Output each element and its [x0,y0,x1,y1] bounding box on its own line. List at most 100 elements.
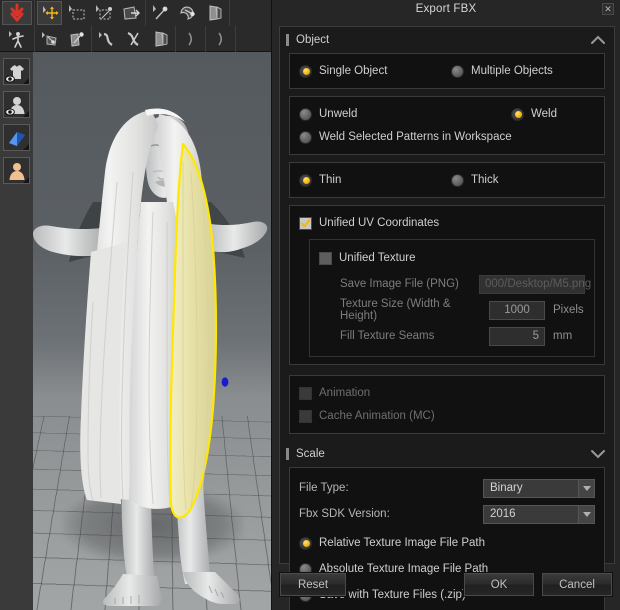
export-arrow-icon[interactable] [2,1,32,25]
weld-mode-row-1: Unweld Weld [299,104,595,124]
radio-thin[interactable]: Thin [299,173,451,187]
corner-marker [23,144,29,150]
radio-icon-unweld [299,107,312,121]
free-select-icon[interactable] [91,1,116,25]
cancel-button[interactable]: Cancel [541,572,613,597]
radio-icon-thick [451,173,464,187]
garment-visibility-icon[interactable] [3,58,30,85]
label-save-image-file: Save Image File (PNG) [340,278,459,290]
pin-icon[interactable] [148,1,173,25]
radio-icon-single-object [299,64,312,78]
label-fbx-sdk-version: Fbx SDK Version: [299,508,390,520]
radio-thick[interactable]: Thick [451,173,499,187]
corner-marker [23,78,29,84]
label-fill-texture-seams: Fill Texture Seams [340,330,435,342]
checkbox-unified-uv[interactable]: Unified UV Coordinates [299,213,595,233]
skin-visibility-icon[interactable] [3,157,30,184]
edit-pattern-icon[interactable] [121,27,146,51]
toolbar-row-1 [0,0,275,26]
checkbox-label-animation: Animation [319,387,371,399]
segment-sewing-icon[interactable] [37,27,62,51]
dropdown-file-type[interactable]: Binary [483,478,595,498]
row-fbx-sdk-version: Fbx SDK Version: 2016 [299,503,595,525]
radio-icon-relative-texture-path [299,536,312,550]
row-texture-size: Texture Size (Width & Height) 1000 Pixel… [319,298,585,322]
corner-marker [23,177,29,183]
toolbar-group-select [35,0,146,26]
radio-single-object[interactable]: Single Object [299,64,451,78]
transform-move-icon[interactable] [37,1,62,25]
radio-label-relative-texture-path: Relative Texture Image File Path [319,537,485,549]
row-file-type: File Type: Binary [299,477,595,499]
fabric-thickness-icon[interactable] [3,124,30,151]
radio-label-thick: Thick [471,174,499,186]
checkbox-cache-animation: Cache Animation (MC) [299,406,595,426]
ok-button[interactable]: OK [463,572,535,597]
section-title-scale: Scale [296,448,325,460]
group-weld-mode: Unweld Weld Weld Selected Patterns in Wo… [289,96,605,155]
radio-label-weld: Weld [531,108,557,120]
toolbar-group-pin [146,0,230,26]
reset-button[interactable]: Reset [279,572,347,597]
radio-multiple-objects[interactable]: Multiple Objects [451,64,553,78]
unit-texture-size: Pixels [553,304,584,316]
checkbox-icon-cache-animation [299,409,312,423]
corner-marker [23,111,29,117]
chevron-up-icon[interactable] [590,35,606,45]
radio-relative-texture-path[interactable]: Relative Texture Image File Path [299,532,595,554]
subpanel-unified-texture: Unified Texture Save Image File (PNG) 00… [309,239,595,357]
chevron-down-icon[interactable] [578,505,594,523]
section-accent-bar [286,448,289,460]
input-texture-size[interactable]: 1000 [489,300,545,320]
radio-icon-weld-selected-patterns [299,130,312,144]
toolbar-group-edit [92,26,176,52]
dialog-titlebar[interactable]: Export FBX ✕ [272,0,620,18]
edit-curve-icon[interactable] [94,27,119,51]
rectangle-select-icon[interactable] [64,1,89,25]
toolbar-group-zipper [176,26,206,52]
toolbar-group-sewing [35,26,92,52]
avatar-pose-icon[interactable] [2,27,32,51]
fold-arrange-icon[interactable] [202,1,227,25]
free-sewing-icon[interactable] [64,27,89,51]
checkbox-label-cache-animation: Cache Animation (MC) [319,410,435,422]
radio-icon-weld [511,107,524,121]
checkbox-unified-texture[interactable]: Unified Texture [319,247,585,269]
checkbox-icon-unified-texture [319,251,332,265]
zipper-right-icon[interactable] [208,27,233,51]
object-mode-row: Single Object Multiple Objects [299,61,595,81]
input-save-image-file[interactable]: 000/Desktop/M5.png [479,274,591,294]
group-thickness-mode: Thin Thick [289,162,605,198]
weld-mode-row-2: Weld Selected Patterns in Workspace [299,127,595,147]
radio-label-single-object: Single Object [319,65,388,77]
chevron-down-icon[interactable] [590,449,606,459]
radio-weld-selected-patterns[interactable]: Weld Selected Patterns in Workspace [299,130,512,144]
dropdown-fbx-sdk-version[interactable]: 2016 [483,504,595,524]
tack-icon[interactable] [175,1,200,25]
section-header-scale[interactable]: Scale [280,441,614,467]
dialog-button-bar: Reset OK Cancel [279,572,615,600]
main-toolbar [0,0,275,52]
radio-label-thin: Thin [319,174,342,186]
radio-label-unweld: Unweld [319,108,358,120]
avatar-visibility-icon[interactable] [3,91,30,118]
dropdown-value-fbx-sdk-version: 2016 [490,508,516,520]
thickness-mode-row: Thin Thick [299,170,595,190]
radio-weld[interactable]: Weld [511,107,557,121]
section-header-object[interactable]: Object [280,27,614,53]
pattern-flip-icon[interactable] [118,1,143,25]
toolbar-group-zipper-2 [206,26,236,52]
section-title-object: Object [296,34,330,46]
toolbar-spacer-1 [230,0,275,26]
close-icon[interactable]: ✕ [602,3,614,15]
checkbox-icon-unified-uv [299,216,312,230]
input-fill-texture-seams[interactable]: 5 [489,326,545,346]
pin-marker [221,377,229,387]
radio-unweld[interactable]: Unweld [299,107,451,121]
chevron-down-icon[interactable] [578,479,594,497]
toolbar-row-2 [0,26,275,52]
zipper-left-icon[interactable] [178,27,203,51]
3d-viewport[interactable] [33,52,271,610]
fold-icon[interactable] [148,27,173,51]
group-animation: Animation Cache Animation (MC) [289,375,605,434]
